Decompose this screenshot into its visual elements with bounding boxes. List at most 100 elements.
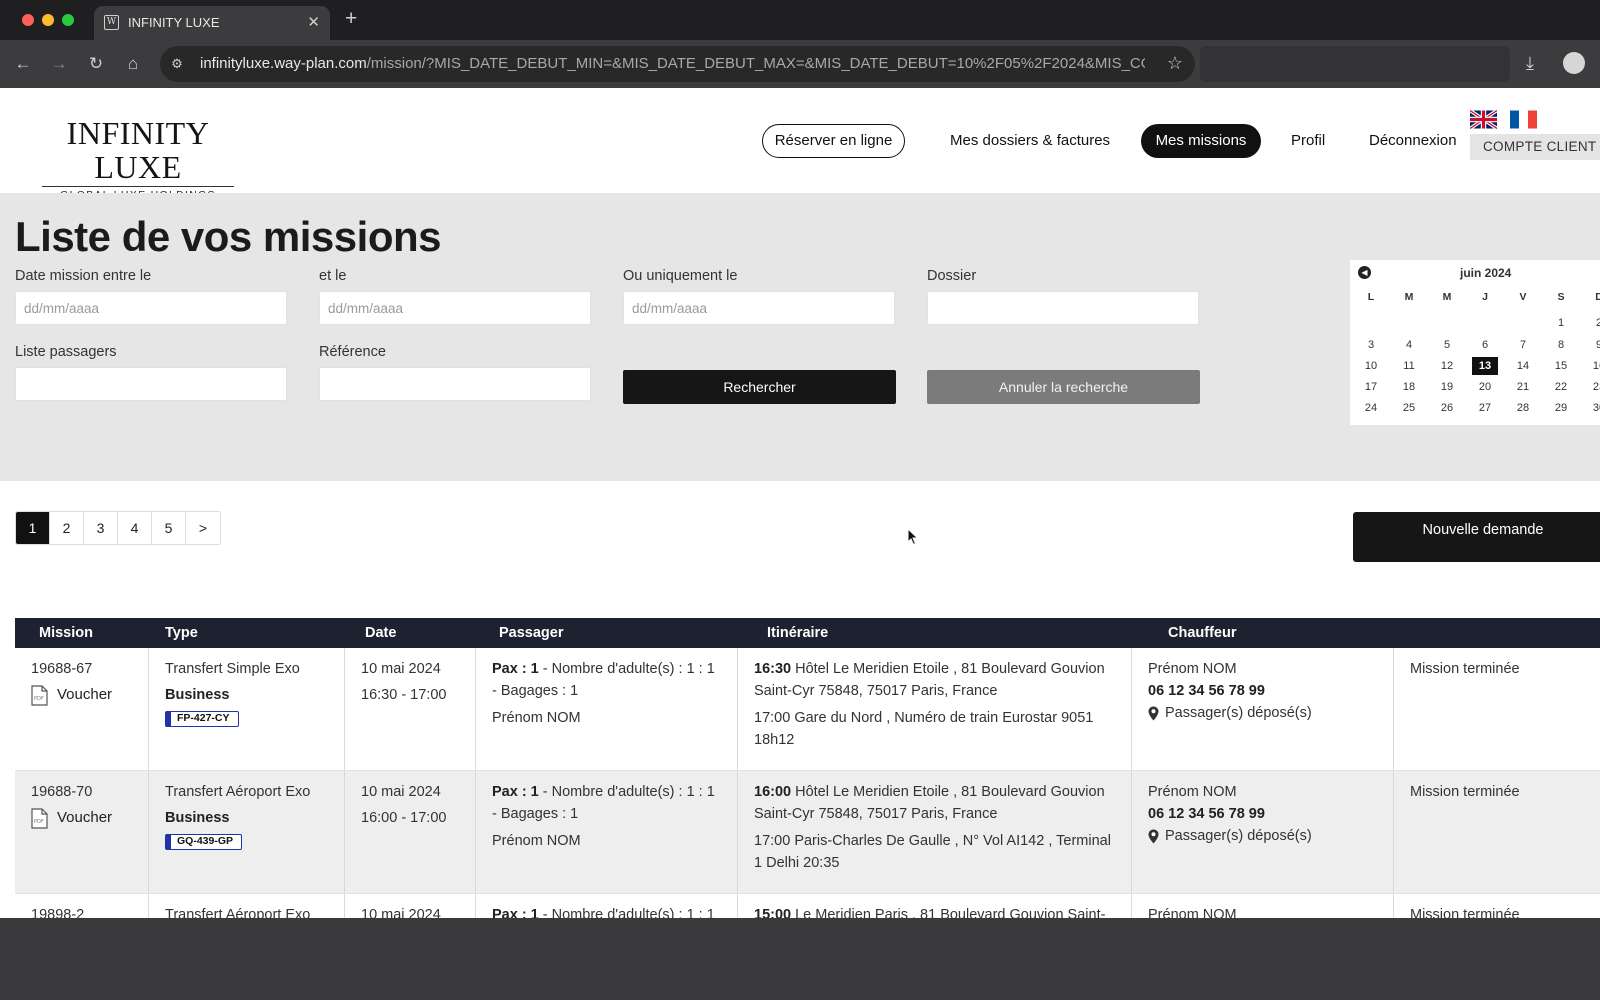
driver-phone[interactable]: 06 12 34 56 78 99: [1148, 680, 1377, 702]
browser-tab[interactable]: W INFINITY LUXE ✕: [94, 6, 330, 40]
calendar-day[interactable]: 6: [1472, 336, 1498, 354]
nav-missions-link[interactable]: Mes missions: [1141, 124, 1261, 158]
date-min-input[interactable]: [15, 291, 287, 325]
itinerary-cell: 15:00 Le Meridien Paris , 81 Boulevard G…: [738, 894, 1132, 918]
pickup-time: 16:00: [754, 784, 792, 800]
calendar-prev-icon[interactable]: ◀: [1358, 266, 1371, 279]
calendar-day[interactable]: 25: [1396, 399, 1422, 417]
calendar-day[interactable]: 12: [1434, 357, 1460, 375]
search-button[interactable]: Rechercher: [623, 370, 896, 404]
calendar-day[interactable]: 30: [1586, 399, 1600, 417]
pagination-next[interactable]: >: [186, 512, 220, 544]
calendar-day[interactable]: 5: [1434, 336, 1460, 354]
forward-icon[interactable]: →: [48, 53, 70, 75]
url-text[interactable]: infinityluxe.way-plan.com/mission/?MIS_D…: [200, 55, 1145, 72]
profile-avatar-icon[interactable]: [1563, 52, 1585, 74]
calendar-weekday: V: [1519, 291, 1527, 303]
nav-reserve-button[interactable]: Réserver en ligne: [762, 124, 905, 158]
calendar-day[interactable]: 27: [1472, 399, 1498, 417]
home-icon[interactable]: ⌂: [122, 53, 144, 75]
calendar-day[interactable]: 14: [1510, 357, 1536, 375]
calendar-day[interactable]: 20: [1472, 378, 1498, 396]
header-mission[interactable]: Mission: [39, 625, 93, 641]
calendar-day[interactable]: 13: [1472, 357, 1498, 375]
passengers-input[interactable]: [15, 367, 287, 401]
date-picker-calendar: ◀ juin 2024 L M M J V S D 1 2 3 4 5 6 7 8 9 10 11 12 13 14 15…: [1350, 260, 1600, 425]
header-driver[interactable]: Chauffeur: [1168, 625, 1236, 641]
window-zoom-button[interactable]: [62, 14, 74, 26]
pagination-page[interactable]: 3: [84, 512, 118, 544]
nav-dossiers-link[interactable]: Mes dossiers & factures: [950, 124, 1110, 158]
calendar-day[interactable]: 15: [1548, 357, 1574, 375]
cancel-search-button[interactable]: Annuler la recherche: [927, 370, 1200, 404]
header-date[interactable]: Date: [365, 625, 396, 641]
table-row[interactable]: 19898-2 Transfert Aéroport Exo 10 mai 2024…: [15, 894, 1600, 918]
pagination-page[interactable]: 4: [118, 512, 152, 544]
header-itinerary[interactable]: Itinéraire: [767, 625, 828, 641]
download-icon[interactable]: ⤓: [1526, 53, 1534, 74]
calendar-day[interactable]: 16: [1586, 357, 1600, 375]
calendar-day[interactable]: 24: [1358, 399, 1384, 417]
mission-id[interactable]: 19688-70: [31, 781, 132, 803]
calendar-day[interactable]: 22: [1548, 378, 1574, 396]
mission-id[interactable]: 19688-67: [31, 658, 132, 680]
calendar-day[interactable]: 17: [1358, 378, 1384, 396]
calendar-day[interactable]: 10: [1358, 357, 1384, 375]
address-bar[interactable]: ⚙ infinityluxe.way-plan.com/mission/?MIS…: [160, 46, 1195, 82]
calendar-day[interactable]: 21: [1510, 378, 1536, 396]
fr-flag-icon[interactable]: [1510, 110, 1537, 129]
new-tab-icon[interactable]: +: [345, 8, 357, 30]
extension-area: [1200, 46, 1510, 82]
calendar-day[interactable]: 7: [1510, 336, 1536, 354]
mission-id[interactable]: 19898-2: [31, 904, 132, 918]
calendar-day[interactable]: 9: [1586, 336, 1600, 354]
calendar-day[interactable]: 19: [1434, 378, 1460, 396]
site-logo[interactable]: INFINITY LUXE GLOBAL LUXE HOLDINGS: [32, 116, 244, 201]
voucher-link[interactable]: PDF Voucher: [31, 807, 132, 829]
mission-date: 10 mai 2024: [361, 661, 441, 677]
driver-phone[interactable]: 06 12 34 56 78 99: [1148, 803, 1377, 825]
tab-close-icon[interactable]: ✕: [307, 13, 320, 31]
calendar-day[interactable]: 11: [1396, 357, 1422, 375]
table-row[interactable]: 19688-70 PDF Voucher Transfert Aéroport Exo…: [15, 771, 1600, 894]
nav-logout-link[interactable]: Déconnexion: [1369, 124, 1457, 158]
header-type[interactable]: Type: [165, 625, 198, 641]
window-minimize-button[interactable]: [42, 14, 54, 26]
calendar-day[interactable]: 4: [1396, 336, 1422, 354]
dossier-input[interactable]: [927, 291, 1199, 325]
account-badge[interactable]: COMPTE CLIENT: [1470, 134, 1600, 160]
itinerary-cell: 16:00 Hôtel Le Meridien Etoile , 81 Boul…: [738, 771, 1132, 893]
voucher-link[interactable]: PDF Voucher: [31, 684, 132, 706]
back-icon[interactable]: ←: [12, 53, 34, 75]
calendar-day[interactable]: 1: [1548, 314, 1574, 332]
logo-rule: [42, 186, 234, 187]
reload-icon[interactable]: ↻: [85, 53, 107, 75]
uk-flag-icon[interactable]: [1470, 110, 1497, 129]
pagination-page[interactable]: 5: [152, 512, 186, 544]
calendar-day[interactable]: 8: [1548, 336, 1574, 354]
reference-input[interactable]: [319, 367, 591, 401]
date-max-input[interactable]: [319, 291, 591, 325]
pagination: 1 2 3 4 5 >: [15, 511, 221, 545]
pagination-page[interactable]: 1: [16, 512, 50, 544]
bookmark-star-icon[interactable]: ☆: [1167, 53, 1183, 74]
calendar-day[interactable]: 26: [1434, 399, 1460, 417]
nav-profile-link[interactable]: Profil: [1291, 124, 1325, 158]
header-passenger[interactable]: Passager: [499, 625, 564, 641]
site-settings-icon[interactable]: ⚙: [168, 55, 186, 73]
license-plate: FP-427-CY: [165, 711, 239, 727]
calendar-day[interactable]: 28: [1510, 399, 1536, 417]
calendar-day[interactable]: 2: [1586, 314, 1600, 332]
calendar-day[interactable]: 18: [1396, 378, 1422, 396]
pagination-page[interactable]: 2: [50, 512, 84, 544]
new-request-button[interactable]: Nouvelle demande: [1353, 512, 1600, 562]
calendar-day[interactable]: 23: [1586, 378, 1600, 396]
calendar-day[interactable]: 29: [1548, 399, 1574, 417]
type-cell: Transfert Simple Exo Business FP-427-CY: [149, 648, 345, 770]
table-row[interactable]: 19688-67 PDF Voucher Transfert Simple Exo Bu…: [15, 648, 1600, 771]
window-close-button[interactable]: [22, 14, 34, 26]
passengers-label: Liste passagers: [15, 344, 117, 360]
calendar-weekday: D: [1595, 291, 1600, 303]
date-exact-input[interactable]: [623, 291, 895, 325]
calendar-day[interactable]: 3: [1358, 336, 1384, 354]
